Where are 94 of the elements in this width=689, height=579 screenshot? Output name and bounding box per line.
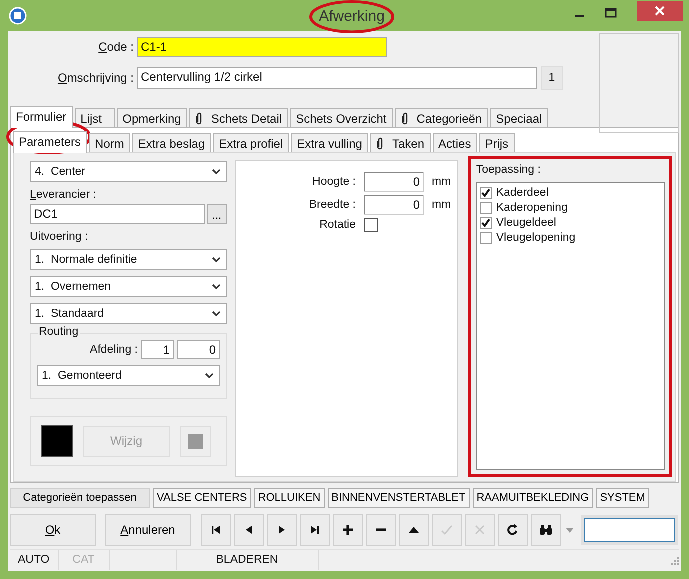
unit-label: mm [432, 199, 452, 211]
paperclip-icon [195, 112, 204, 125]
dimension-label: Breedte : [308, 199, 357, 211]
option-dropdown[interactable]: 1. Overnemen [30, 276, 227, 297]
close-icon [655, 6, 665, 16]
cross-icon [473, 523, 487, 537]
description-label: Omschrijving : [56, 71, 135, 85]
checkbox[interactable] [480, 217, 492, 229]
dimension-label: Hoogte : [312, 176, 357, 188]
last-icon [308, 523, 322, 537]
tab[interactable]: Formulier [10, 106, 73, 128]
dimension-field[interactable]: 0 [364, 172, 424, 192]
tab[interactable]: Categorieën [394, 108, 488, 127]
department-field[interactable]: 0 [177, 340, 220, 359]
status-text: AUTO [10, 550, 59, 570]
tab[interactable]: Norm [89, 133, 130, 152]
code-field[interactable]: C1-1 [137, 37, 387, 57]
chevron-down-icon [212, 310, 221, 316]
supplier-label: Leverancier : [30, 189, 98, 201]
toolbar-button[interactable] [498, 514, 528, 546]
maximize-icon[interactable] [605, 8, 617, 18]
paperclip-icon [376, 137, 384, 150]
option-dropdown[interactable]: 1. Normale definitie [30, 249, 227, 270]
checkbox[interactable] [480, 232, 492, 244]
tab[interactable]: Extra beslag [132, 133, 212, 152]
finish-label: Uitvoering : [30, 231, 90, 243]
toolbar-button[interactable] [267, 514, 297, 546]
routing-title: Routing [38, 326, 80, 338]
first-icon [209, 523, 223, 537]
toolbar-button[interactable] [234, 514, 264, 546]
chevron-down-icon [212, 168, 221, 174]
description-field[interactable]: Centervulling 1/2 cirkel [137, 67, 537, 89]
chevron-down-icon [212, 284, 221, 290]
toolbar-button[interactable] [366, 514, 396, 546]
tab[interactable]: Schets Detail [189, 108, 288, 127]
option-dropdown[interactable]: 1. Standaard [30, 303, 227, 324]
rotation-checkbox[interactable] [364, 218, 378, 232]
checkbox-label: Kaderopening [496, 202, 568, 214]
code-label: Code : [98, 40, 135, 54]
toolbar-button[interactable] [333, 514, 363, 546]
tab[interactable]: Taken [370, 133, 431, 152]
checkbox[interactable] [480, 202, 492, 214]
resize-grip-icon[interactable] [669, 555, 679, 565]
status-text: BLADEREN [176, 550, 319, 570]
category-button[interactable]: ROLLUIKEN [254, 488, 325, 508]
category-button[interactable]: Categorieën toepassen [10, 488, 150, 508]
department-field[interactable]: 1 [141, 340, 174, 359]
dimension-field[interactable]: 0 [364, 195, 424, 215]
rotation-label: Rotatie [318, 219, 357, 231]
checkbox-label: Vleugelopening [496, 232, 576, 244]
toolbar-button[interactable] [201, 514, 231, 546]
tab[interactable]: Extra profiel [213, 133, 290, 152]
tab[interactable]: Speciaal [490, 108, 548, 127]
checkbox-label: Kaderdeel [496, 187, 549, 199]
check-icon [440, 523, 454, 537]
browse-button[interactable]: ... [207, 204, 227, 224]
app-icon [9, 6, 27, 24]
routing-dropdown[interactable]: 1. Gemonteerd [37, 365, 220, 386]
plus-icon [341, 523, 355, 537]
status-text: CAT [58, 550, 110, 570]
tab[interactable]: Lijst [74, 108, 115, 127]
window-title: Afwerking [319, 8, 385, 25]
tab[interactable]: Extra vulling [291, 133, 368, 152]
search-field[interactable] [584, 518, 675, 542]
refresh-icon [506, 523, 520, 537]
supplier-field[interactable]: DC1 [30, 204, 205, 224]
tab[interactable]: Parameters [13, 131, 88, 153]
tab[interactable]: Opmerking [116, 108, 188, 127]
category-button[interactable]: BINNENVENSTERTABLET [328, 488, 470, 508]
application-label: Toepassing : [476, 164, 542, 176]
unit-label: mm [432, 176, 452, 188]
close-button[interactable] [637, 0, 683, 20]
checkbox-label: Vleugeldeel [496, 217, 556, 229]
chevron-down-icon [212, 256, 221, 262]
category-button[interactable]: VALSE CENTERS [153, 488, 252, 508]
tab[interactable]: Prijs [479, 133, 515, 152]
toolbar-button[interactable] [531, 514, 561, 546]
tab[interactable]: Schets Overzicht [290, 108, 393, 127]
toolbar-button[interactable] [399, 514, 429, 546]
action-button[interactable]: Ok [10, 514, 96, 546]
category-button[interactable]: RAAMUITBEKLEDING [472, 488, 594, 508]
language-counter[interactable]: 1 [541, 66, 563, 90]
type-dropdown[interactable]: 4. Center [30, 161, 227, 182]
color-button[interactable] [180, 426, 211, 456]
checkbox[interactable] [480, 187, 492, 199]
binoculars-icon [539, 523, 553, 537]
color-swatch[interactable] [41, 425, 73, 457]
toolbar-button[interactable] [300, 514, 330, 546]
action-button[interactable]: Annuleren [105, 514, 191, 546]
tab[interactable]: Acties [432, 133, 478, 152]
category-button[interactable]: SYSTEM [596, 488, 650, 508]
paperclip-icon [400, 112, 409, 125]
department-label: Afdeling : [90, 344, 138, 356]
chevron-down-icon [205, 372, 214, 378]
